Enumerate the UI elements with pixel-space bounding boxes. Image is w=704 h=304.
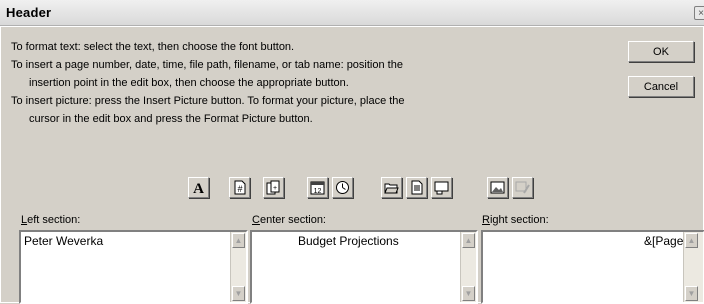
svg-text:12: 12 [314, 188, 322, 195]
format-picture-icon [515, 181, 530, 194]
instruction-line: To insert a page number, date, time, fil… [11, 59, 403, 71]
date-icon: 12 [310, 181, 325, 195]
page-number-icon: # [234, 180, 246, 195]
scroll-up-arrow[interactable]: ▲ [462, 233, 475, 248]
svg-text:#: # [237, 184, 242, 194]
scroll-up-arrow[interactable]: ▲ [685, 233, 698, 248]
time-button[interactable] [332, 177, 353, 198]
instruction-line: insertion point in the edit box, then ch… [29, 77, 349, 89]
close-icon: × [698, 8, 704, 19]
center-section-scrollbar[interactable]: ▲ ▼ [460, 232, 476, 302]
sheet-name-icon [434, 181, 449, 195]
ok-button[interactable]: OK [628, 41, 694, 62]
instruction-line: To format text: select the text, then ch… [11, 41, 295, 53]
format-picture-button [512, 177, 533, 198]
font-button[interactable]: A [188, 177, 209, 198]
sheet-name-button[interactable] [431, 177, 452, 198]
font-icon: A [193, 181, 204, 195]
page-number-button[interactable]: # [229, 177, 250, 198]
right-section-editbox[interactable]: &[Page] ▲ ▼ [481, 230, 704, 304]
scroll-down-arrow[interactable]: ▼ [462, 286, 475, 301]
left-section-scrollbar[interactable]: ▲ ▼ [230, 232, 246, 302]
center-section-label: Center section: [252, 214, 326, 226]
svg-text:+: + [273, 185, 277, 192]
right-section-label: Right section: [482, 214, 549, 226]
time-icon [336, 181, 349, 194]
file-path-button[interactable] [381, 177, 402, 198]
total-pages-button[interactable]: + [263, 177, 284, 198]
right-section-scrollbar[interactable]: ▲ ▼ [683, 232, 703, 302]
scroll-down-arrow[interactable]: ▼ [685, 286, 698, 301]
total-pages-icon: + [266, 180, 280, 195]
left-section-text: Peter Weverka [24, 234, 104, 248]
insert-picture-button[interactable] [487, 177, 508, 198]
cancel-button[interactable]: Cancel [628, 76, 694, 97]
instruction-line: cursor in the edit box and press the For… [29, 113, 313, 125]
filename-button[interactable] [406, 177, 427, 198]
right-section-text: &[Page] [644, 234, 687, 248]
instruction-line: To insert picture: press the Insert Pict… [11, 95, 405, 107]
svg-text:A: A [193, 181, 204, 195]
center-section-editbox[interactable]: Budget Projections ▲ ▼ [250, 230, 478, 304]
date-button[interactable]: 12 [307, 177, 328, 198]
scroll-up-arrow[interactable]: ▲ [232, 233, 245, 248]
insert-picture-icon [490, 181, 505, 194]
left-section-editbox[interactable]: Peter Weverka ▲ ▼ [19, 230, 248, 304]
file-path-icon [384, 183, 399, 194]
scroll-down-arrow[interactable]: ▼ [232, 286, 245, 301]
filename-icon [411, 180, 423, 195]
title-bar: Header × [0, 0, 704, 26]
header-dialog: To format text: select the text, then ch… [0, 26, 704, 304]
left-section-label: Left section: [21, 214, 81, 226]
close-button[interactable]: × [694, 6, 704, 20]
window-title: Header [6, 5, 52, 20]
center-section-text: Budget Projections [298, 234, 399, 248]
